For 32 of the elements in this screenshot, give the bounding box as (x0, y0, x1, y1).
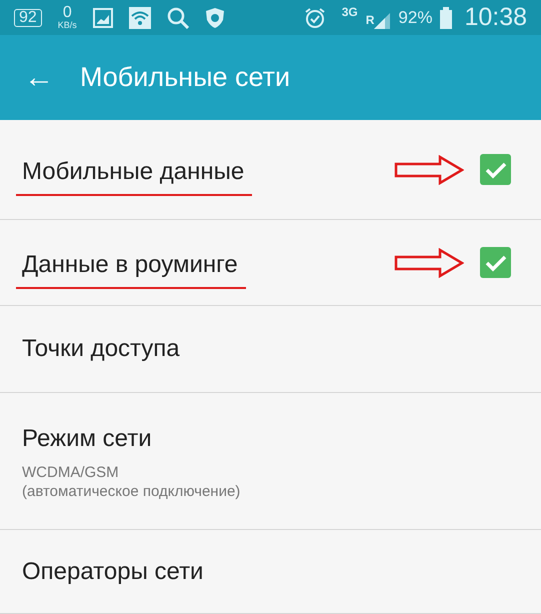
checkbox[interactable] (480, 154, 511, 185)
arrow-icon (394, 154, 464, 184)
checkbox[interactable] (480, 247, 511, 278)
screen-title: Мобильные сети (80, 61, 290, 94)
notification-count: 92 (14, 8, 42, 26)
setting-label: Операторы сети (22, 556, 204, 586)
network-type: 3G (342, 4, 358, 21)
setting-label: Точки доступа (22, 334, 180, 364)
setting-summary: (автоматическое подключение) (22, 482, 240, 502)
battery-percent: 92% (398, 6, 432, 29)
check-icon (484, 160, 506, 178)
gallery-icon (92, 8, 113, 28)
arrow-icon (394, 248, 464, 278)
settings-row[interactable]: Режим сети WCDMA/GSM (автоматическое подключение) (0, 393, 541, 530)
signal-icon (374, 10, 390, 28)
setting-label: Режим сети (22, 424, 153, 454)
speed-unit: KB/s (58, 21, 77, 30)
setting-label: Данные в роуминге (22, 250, 238, 280)
settings-row[interactable]: Данные в роуминге (0, 220, 541, 306)
settings-row[interactable]: Точки доступа (0, 306, 541, 393)
settings-row[interactable]: Мобильные данные (0, 120, 541, 220)
setting-label: Мобильные данные (22, 156, 244, 186)
battery-icon (440, 6, 452, 28)
search-icon (166, 6, 189, 28)
wifi-icon (128, 6, 151, 28)
roaming-indicator: R (366, 12, 374, 28)
clock: 10:38 (464, 2, 527, 33)
speed-value: 0 (62, 5, 72, 21)
setting-summary: WCDMA/GSM (22, 462, 120, 482)
shield-icon (204, 6, 225, 28)
check-icon (484, 254, 506, 272)
settings-row[interactable]: Операторы сети (0, 530, 541, 614)
